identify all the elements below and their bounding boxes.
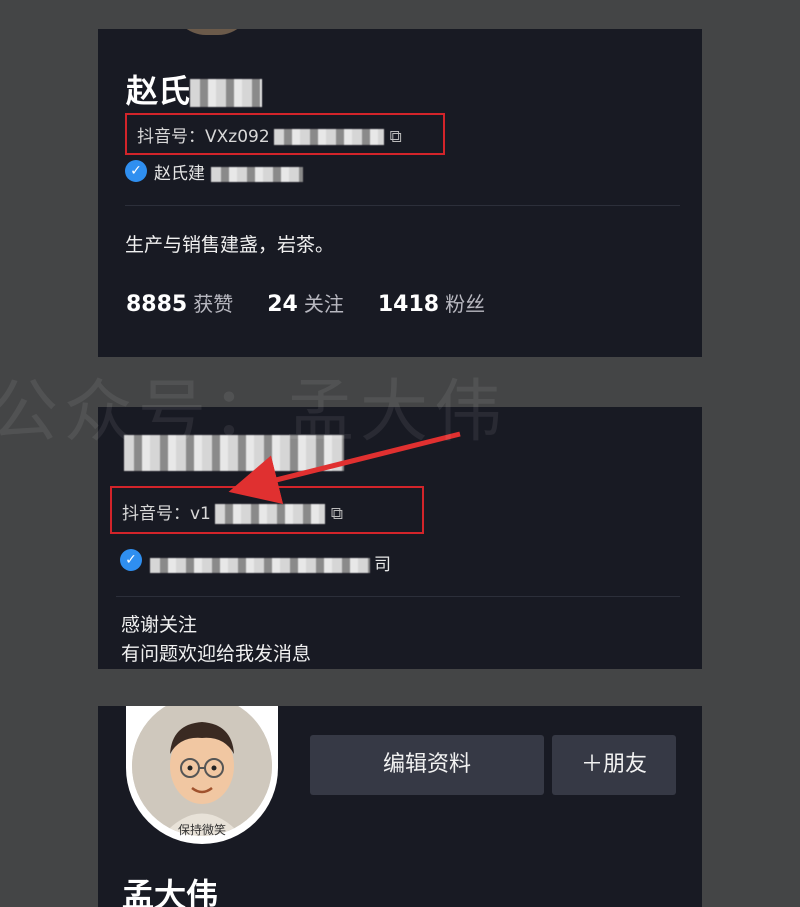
highlight-box: 抖音号：v1 ⧉ (110, 486, 424, 534)
edit-profile-button[interactable]: 编辑资料 (310, 735, 544, 795)
douyin-id: 抖音号：VXz092 ⧉ (137, 127, 402, 147)
profile-stats: 8885 获赞 24 关注 1418 粉丝 (126, 288, 485, 317)
stat-followers[interactable]: 1418 粉丝 (378, 288, 485, 317)
profile-name: 孟大伟 (122, 876, 219, 907)
avatar-face-icon (132, 706, 272, 836)
stat-likes[interactable]: 8885 获赞 (126, 288, 233, 317)
verified-icon: ✓ (125, 160, 147, 182)
redacted-verified (211, 166, 303, 182)
avatar-caption: 保持微笑 (177, 823, 226, 837)
profile-name: 赵氏 (126, 66, 263, 112)
divider (116, 596, 680, 597)
avatar[interactable] (172, 29, 252, 35)
redacted-verified (150, 557, 370, 573)
verified-text: 赵氏建 (154, 159, 303, 184)
cartoon-avatar-image (132, 706, 272, 836)
stat-following[interactable]: 24 关注 (267, 288, 344, 317)
profile-card-3: 保持微笑 编辑资料 ＋朋友 孟大伟 (98, 706, 702, 907)
profile-card-2: 抖音号：v1 ⧉ ✓ 司 感谢关注 有问题欢迎给我发消息 (98, 407, 702, 669)
bio-line: 有问题欢迎给我发消息 (121, 643, 312, 665)
copy-icon[interactable]: ⧉ (390, 127, 402, 147)
profile-bio: 生产与销售建盏，岩茶。 (125, 234, 335, 256)
profile-card-1: 赵氏 抖音号：VXz092 ⧉ ✓ 赵氏建 生产与销售建盏，岩茶。 8885 获赞 … (98, 29, 702, 357)
redacted-id (273, 129, 384, 145)
avatar[interactable]: 保持微笑 (126, 706, 278, 844)
profile-bio: 感谢关注 有问题欢迎给我发消息 (121, 611, 311, 669)
redacted-name (124, 435, 344, 471)
highlight-box: 抖音号：VXz092 ⧉ (125, 113, 445, 155)
douyin-id: 抖音号：v1 ⧉ (122, 504, 344, 524)
redacted-name (190, 79, 263, 107)
verified-icon: ✓ (120, 549, 142, 571)
redacted-id (214, 504, 325, 524)
copy-icon[interactable]: ⧉ (331, 504, 343, 524)
divider (125, 205, 680, 206)
add-friend-button[interactable]: ＋朋友 (552, 735, 676, 795)
verified-text: 司 (150, 550, 391, 575)
bio-line: 感谢关注 (121, 614, 198, 636)
